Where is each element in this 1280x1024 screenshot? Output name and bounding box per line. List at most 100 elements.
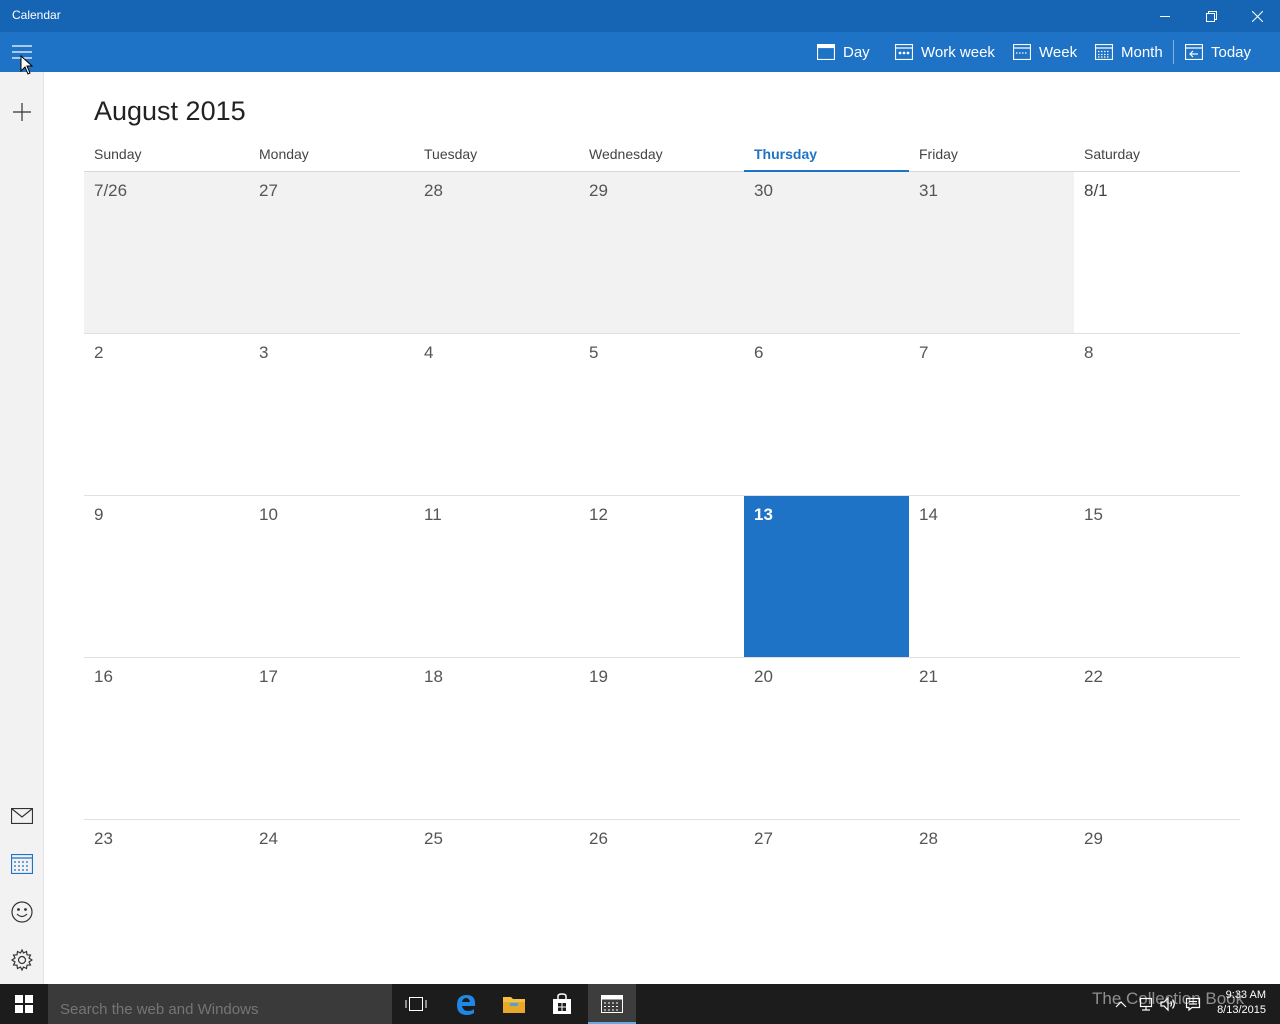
restore-button[interactable] (1188, 0, 1234, 32)
day-cell[interactable]: 31 (909, 172, 1074, 333)
month-grid: 7/26 27 28 29 30 31 8/1 2 3 4 5 6 7 8 9 … (84, 172, 1240, 982)
week-view-label: Week (1039, 43, 1078, 61)
toolbar: Day Work week Week Month Today (0, 32, 1280, 72)
action-center-icon (1185, 997, 1201, 1012)
day-cell[interactable]: 25 (414, 820, 579, 981)
workweek-view-button[interactable]: Work week (895, 32, 995, 72)
add-icon (13, 103, 31, 121)
today-cell[interactable]: 13 (744, 496, 909, 657)
today-button[interactable]: Today (1185, 32, 1251, 72)
task-view-button[interactable] (392, 984, 440, 1024)
restore-icon (1205, 10, 1217, 22)
calendar-taskbar-button[interactable] (588, 984, 636, 1024)
month-view-button[interactable]: Month (1095, 32, 1163, 72)
day-cell[interactable]: 16 (84, 658, 249, 819)
weekday-header: Sunday Monday Tuesday Wednesday Thursday… (84, 144, 1240, 172)
month-view-icon (1095, 44, 1113, 60)
volume-icon (1160, 996, 1175, 1012)
minimize-button[interactable] (1142, 0, 1188, 32)
day-cell[interactable]: 14 (909, 496, 1074, 657)
workweek-view-icon (895, 44, 913, 60)
volume-button[interactable] (1160, 996, 1176, 1012)
weekday-wednesday: Wednesday (589, 146, 663, 162)
settings-button[interactable] (0, 938, 44, 982)
file-explorer-icon (503, 997, 525, 1013)
mouse-cursor-icon (20, 55, 34, 75)
windows-start-icon (15, 995, 33, 1013)
store-icon (553, 993, 571, 1014)
day-view-label: Day (843, 43, 870, 61)
day-cell[interactable]: 18 (414, 658, 579, 819)
day-cell[interactable]: 12 (579, 496, 744, 657)
day-cell[interactable]: 21 (909, 658, 1074, 819)
taskbar-clock[interactable]: 9:33 AM 8/13/2015 (1217, 988, 1266, 1018)
toolbar-separator (1173, 40, 1174, 64)
day-cell[interactable]: 23 (84, 820, 249, 981)
day-cell[interactable]: 5 (579, 334, 744, 495)
week-row: 16 17 18 19 20 21 22 (84, 658, 1240, 820)
day-cell[interactable]: 3 (249, 334, 414, 495)
close-button[interactable] (1234, 0, 1280, 32)
gear-icon (11, 949, 33, 971)
day-cell[interactable]: 28 (909, 820, 1074, 981)
day-cell[interactable]: 19 (579, 658, 744, 819)
file-explorer-button[interactable] (490, 984, 538, 1024)
action-center-button[interactable] (1185, 996, 1201, 1012)
workweek-view-label: Work week (921, 43, 995, 61)
week-row: 23 24 25 26 27 28 29 (84, 820, 1240, 982)
new-event-button[interactable] (0, 90, 44, 134)
weekday-friday: Friday (919, 146, 958, 162)
edge-button[interactable] (442, 984, 490, 1024)
day-cell[interactable]: 7 (909, 334, 1074, 495)
calendar-app-icon (601, 995, 623, 1013)
network-icon (1139, 997, 1153, 1011)
chevron-up-icon (1115, 1001, 1127, 1008)
day-cell[interactable]: 6 (744, 334, 909, 495)
day-cell[interactable]: 30 (744, 172, 909, 333)
people-button[interactable] (0, 890, 44, 934)
day-cell[interactable]: 7/26 (84, 172, 249, 333)
day-cell[interactable]: 9 (84, 496, 249, 657)
day-cell[interactable]: 15 (1074, 496, 1239, 657)
calendar-icon (11, 854, 33, 874)
day-cell[interactable]: 22 (1074, 658, 1239, 819)
day-cell[interactable]: 27 (744, 820, 909, 981)
taskbar: The Collection Book 9:33 AM 8/13/2015 (0, 984, 1280, 1024)
day-cell[interactable]: 20 (744, 658, 909, 819)
day-cell[interactable]: 17 (249, 658, 414, 819)
mail-icon (11, 808, 33, 824)
week-view-button[interactable]: Week (1013, 32, 1077, 72)
day-cell[interactable]: 27 (249, 172, 414, 333)
day-cell[interactable]: 10 (249, 496, 414, 657)
left-rail (0, 72, 44, 984)
start-button[interactable] (0, 984, 48, 1024)
week-row: 9 10 11 12 13 14 15 (84, 496, 1240, 658)
calendar-main: August 2015 Sunday Monday Tuesday Wednes… (44, 72, 1280, 984)
day-cell[interactable]: 29 (579, 172, 744, 333)
network-button[interactable] (1137, 996, 1153, 1012)
day-cell[interactable]: 11 (414, 496, 579, 657)
mail-button[interactable] (0, 794, 44, 838)
smiley-icon (11, 901, 33, 923)
day-cell[interactable]: 26 (579, 820, 744, 981)
day-cell[interactable]: 28 (414, 172, 579, 333)
day-view-icon (817, 44, 835, 60)
taskbar-search-input[interactable] (48, 984, 392, 1024)
calendar-button[interactable] (0, 842, 44, 886)
weekday-thursday: Thursday (744, 146, 909, 172)
weekday-tuesday: Tuesday (424, 146, 478, 162)
day-view-button[interactable]: Day (817, 32, 870, 72)
title-bar: Calendar (0, 0, 1280, 32)
day-cell[interactable]: 24 (249, 820, 414, 981)
month-view-label: Month (1121, 43, 1163, 61)
today-icon (1185, 44, 1203, 60)
day-cell[interactable]: 8/1 (1074, 172, 1239, 333)
day-cell[interactable]: 2 (84, 334, 249, 495)
minimize-icon (1160, 16, 1170, 17)
today-label: Today (1211, 43, 1252, 61)
day-cell[interactable]: 29 (1074, 820, 1239, 981)
show-hidden-icons-button[interactable] (1113, 996, 1129, 1012)
day-cell[interactable]: 8 (1074, 334, 1239, 495)
store-button[interactable] (538, 984, 586, 1024)
day-cell[interactable]: 4 (414, 334, 579, 495)
